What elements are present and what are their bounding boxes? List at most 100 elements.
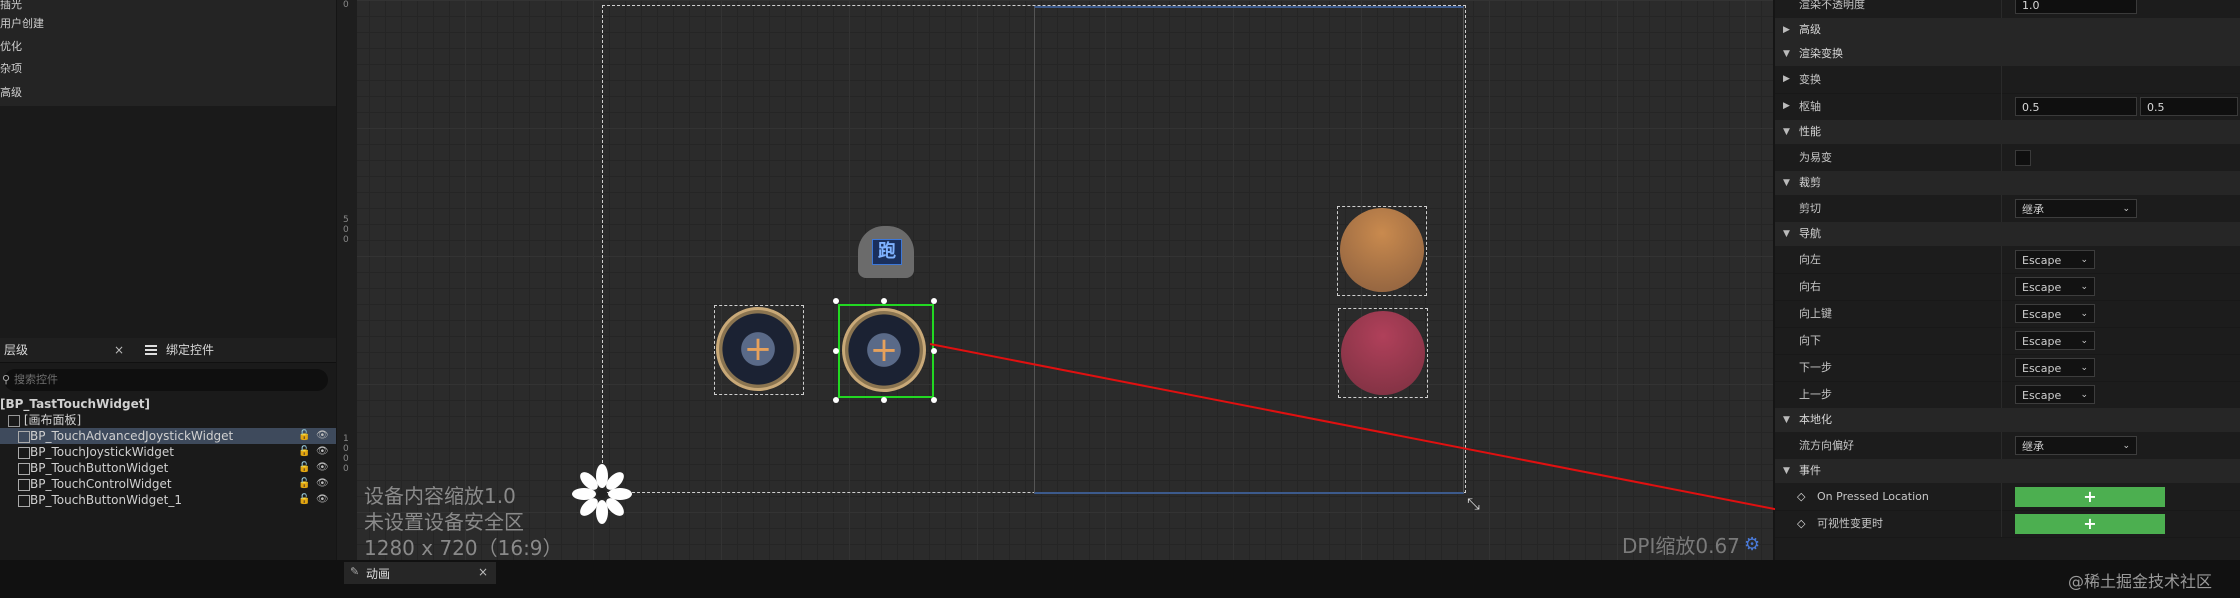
bottom-bar: ✎ 动画 × @稀土掘金技术社区 <box>0 560 2240 598</box>
column-divider <box>2001 432 2002 459</box>
dropdown[interactable]: 继承 ⌄ <box>2015 436 2137 455</box>
column-divider <box>2001 66 2002 93</box>
dropdown-value: Escape <box>2022 389 2062 402</box>
section-label: 导航 <box>1799 227 1821 240</box>
chevron-down-icon: ⌄ <box>2080 390 2088 400</box>
chevron-down-icon: ⌄ <box>2080 309 2088 319</box>
column-divider <box>2001 510 2002 537</box>
property-row: ▶ 枢轴 0.5 0.5 <box>1775 93 2240 121</box>
chevron-down-icon: ⌄ <box>2080 255 2088 265</box>
chevron-right-icon[interactable]: ▶ <box>1783 93 1790 120</box>
section-label: 事件 <box>1799 464 1821 477</box>
add-event-button[interactable]: + <box>2015 514 2165 534</box>
chevron-down-icon[interactable]: ▼ <box>1783 222 1790 246</box>
property-label: 向左 <box>1799 253 1821 266</box>
dropdown-value: Escape <box>2022 362 2062 375</box>
property-label: 流方向偏好 <box>1799 439 1854 452</box>
pivot-y-field[interactable]: 0.5 <box>2140 97 2238 116</box>
property-label: 变换 <box>1799 73 1821 86</box>
property-row: 渲染不透明度 1.0 <box>1775 0 2240 19</box>
property-row: 向下 Escape ⌄ <box>1775 327 2240 355</box>
tab-animation[interactable]: ✎ 动画 × <box>344 562 496 584</box>
dropdown[interactable]: Escape ⌄ <box>2015 385 2095 404</box>
close-icon[interactable]: × <box>478 565 488 579</box>
property-label: 渲染不透明度 <box>1799 0 1865 11</box>
column-divider <box>2001 93 2002 120</box>
property-row: ◇ 可视性变更时 + <box>1775 510 2240 538</box>
dropdown[interactable]: Escape ⌄ <box>2015 331 2095 350</box>
property-label: 下一步 <box>1799 361 1832 374</box>
section-label: 高级 <box>1799 23 1821 36</box>
property-row: 下一步 Escape ⌄ <box>1775 354 2240 382</box>
dropdown-value: Escape <box>2022 335 2062 348</box>
section-label: 性能 <box>1799 125 1821 138</box>
dropdown[interactable]: Escape ⌄ <box>2015 358 2095 377</box>
chevron-down-icon: ⌄ <box>2122 441 2130 451</box>
section-header[interactable]: ▼ 渲染变换 <box>1775 42 2240 66</box>
column-divider <box>2001 273 2002 300</box>
event-icon: ◇ <box>1797 517 1806 530</box>
section-label: 本地化 <box>1799 413 1832 426</box>
property-label: 为易变 <box>1799 151 1832 164</box>
chevron-right-icon[interactable]: ▶ <box>1783 18 1790 42</box>
column-divider <box>2001 381 2002 408</box>
watermark: @稀土掘金技术社区 <box>2068 572 2213 591</box>
chevron-down-icon[interactable]: ▼ <box>1783 408 1790 432</box>
property-row: ◇ On Pressed Location + <box>1775 483 2240 511</box>
dropdown[interactable]: Escape ⌄ <box>2015 250 2095 269</box>
dropdown[interactable]: Escape ⌄ <box>2015 304 2095 323</box>
section-header[interactable]: ▼ 导航 <box>1775 222 2240 246</box>
property-row: 向左 Escape ⌄ <box>1775 246 2240 274</box>
chevron-down-icon[interactable]: ▼ <box>1783 42 1790 66</box>
property-row: 向右 Escape ⌄ <box>1775 273 2240 301</box>
column-divider <box>2001 246 2002 273</box>
section-header[interactable]: ▼ 事件 <box>1775 459 2240 483</box>
column-divider <box>2001 144 2002 171</box>
dropdown[interactable]: Escape ⌄ <box>2015 277 2095 296</box>
chevron-down-icon: ⌄ <box>2080 282 2088 292</box>
section-header[interactable]: ▶ 高级 <box>1775 18 2240 42</box>
chevron-right-icon[interactable]: ▶ <box>1783 66 1790 93</box>
property-label: On Pressed Location <box>1817 490 1929 503</box>
property-label: 枢轴 <box>1799 100 1821 113</box>
value-field[interactable]: 1.0 <box>2015 0 2137 14</box>
column-divider <box>2001 300 2002 327</box>
property-row: 为易变 <box>1775 144 2240 172</box>
section-header[interactable]: ▼ 裁剪 <box>1775 171 2240 195</box>
column-divider <box>2001 483 2002 510</box>
section-header[interactable]: ▼ 性能 <box>1775 120 2240 144</box>
checkbox[interactable] <box>2015 150 2031 166</box>
pin-icon: ✎ <box>350 565 360 578</box>
column-divider <box>2001 354 2002 381</box>
dropdown-value: Escape <box>2022 308 2062 321</box>
column-divider <box>2001 0 2002 18</box>
dropdown-value: Escape <box>2022 281 2062 294</box>
tab-label: 动画 <box>366 567 391 581</box>
chevron-down-icon: ⌄ <box>2080 363 2088 373</box>
section-label: 裁剪 <box>1799 176 1821 189</box>
property-label: 可视性变更时 <box>1817 517 1883 530</box>
dropdown-value: 继承 <box>2022 440 2044 453</box>
section-label: 渲染变换 <box>1799 47 1843 60</box>
property-label: 剪切 <box>1799 202 1821 215</box>
property-row: 向上键 Escape ⌄ <box>1775 300 2240 328</box>
chevron-down-icon[interactable]: ▼ <box>1783 120 1790 144</box>
property-row: ▶ 变换 <box>1775 66 2240 94</box>
section-header[interactable]: ▼ 本地化 <box>1775 408 2240 432</box>
dropdown-value: Escape <box>2022 254 2062 267</box>
chevron-down-icon: ⌄ <box>2080 336 2088 346</box>
property-row: 剪切 继承 ⌄ <box>1775 195 2240 223</box>
add-event-button[interactable]: + <box>2015 487 2165 507</box>
property-label: 向右 <box>1799 280 1821 293</box>
property-label: 向下 <box>1799 334 1821 347</box>
property-row: 上一步 Escape ⌄ <box>1775 381 2240 409</box>
pivot-x-field[interactable]: 0.5 <box>2015 97 2137 116</box>
dropdown[interactable]: 继承 ⌄ <box>2015 199 2137 218</box>
chevron-down-icon: ⌄ <box>2122 204 2130 214</box>
column-divider <box>2001 327 2002 354</box>
property-label: 向上键 <box>1799 307 1832 320</box>
chevron-down-icon[interactable]: ▼ <box>1783 171 1790 195</box>
dropdown-value: 继承 <box>2022 203 2044 216</box>
event-icon: ◇ <box>1797 490 1806 503</box>
chevron-down-icon[interactable]: ▼ <box>1783 459 1790 483</box>
